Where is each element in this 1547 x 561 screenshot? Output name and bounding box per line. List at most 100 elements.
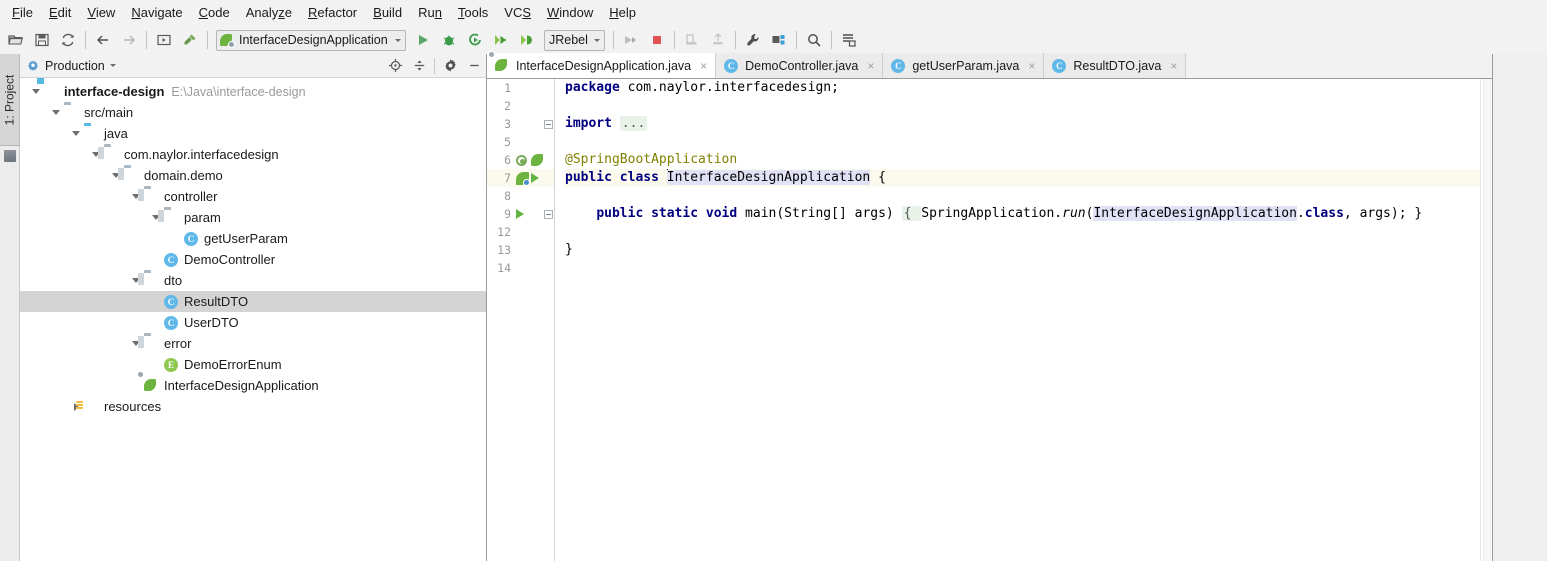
tree-node-interface-design[interactable]: interface-design E:\Java\interface-design <box>20 81 486 102</box>
sync-refresh-icon[interactable] <box>56 28 80 52</box>
jrebel-debug-button[interactable] <box>489 28 513 52</box>
code-line[interactable]: @SpringBootApplication <box>565 151 1480 169</box>
project-scope-label[interactable]: Production <box>45 59 105 73</box>
gutter-row[interactable]: 8 <box>487 187 554 205</box>
gear-settings-icon[interactable] <box>438 55 462 77</box>
fold-toggle-icon[interactable] <box>542 119 554 129</box>
menu-item-analyze[interactable]: Analyze <box>238 3 300 24</box>
menu-item-navigate[interactable]: Navigate <box>123 3 190 24</box>
last-edit-location-icon[interactable] <box>152 28 176 52</box>
editor-marker-column[interactable] <box>1480 79 1492 561</box>
search-everywhere-icon[interactable] <box>802 28 826 52</box>
settings-wrench-icon[interactable] <box>741 28 765 52</box>
tree-node-controller[interactable]: controller <box>20 186 486 207</box>
tree-node-dto[interactable]: dto <box>20 270 486 291</box>
chevron-down-icon[interactable] <box>395 38 401 42</box>
fold-toggle-icon[interactable] <box>542 209 554 219</box>
tree-node-error[interactable]: error <box>20 333 486 354</box>
spring-nav-icon[interactable] <box>516 171 530 186</box>
editor-tab-interfacedesignapplication-java[interactable]: InterfaceDesignApplication.java × <box>487 50 717 78</box>
code-line[interactable]: import ... <box>565 115 1480 133</box>
menu-item-edit[interactable]: Edit <box>41 3 79 24</box>
close-icon[interactable]: × <box>1026 60 1037 72</box>
menu-item-vcs[interactable]: VCS <box>496 3 539 24</box>
bean-icon[interactable] <box>516 154 530 166</box>
save-all-icon[interactable] <box>30 28 54 52</box>
tree-node-java[interactable]: java <box>20 123 486 144</box>
project-structure-icon[interactable] <box>767 28 791 52</box>
back-arrow-icon[interactable] <box>91 28 115 52</box>
open-folder-icon[interactable] <box>4 28 28 52</box>
database-icon[interactable] <box>837 28 861 52</box>
tree-node-userdto[interactable]: C UserDTO <box>20 312 486 333</box>
locate-target-icon[interactable] <box>383 55 407 77</box>
run-button[interactable] <box>411 28 435 52</box>
tree-node-getuserparam[interactable]: CgetUserParam <box>20 228 486 249</box>
gutter-row[interactable]: 13 <box>487 241 554 259</box>
stop-button[interactable] <box>645 28 669 52</box>
editor-scrollbar-thumb[interactable] <box>1483 79 1491 561</box>
chevron-down-icon[interactable] <box>48 105 64 121</box>
menu-item-view[interactable]: View <box>79 3 123 24</box>
tree-node-demoerrorenum[interactable]: E DemoErrorEnum <box>20 354 486 375</box>
code-line[interactable] <box>565 223 1480 241</box>
gutter-row[interactable]: 2 <box>487 97 554 115</box>
tree-node-resources[interactable]: resources <box>20 396 486 417</box>
code-line[interactable]: public class InterfaceDesignApplication … <box>565 169 1480 187</box>
run-icon[interactable] <box>531 173 545 183</box>
gutter-row[interactable]: 12 <box>487 223 554 241</box>
code-line[interactable]: package com.naylor.interfacedesign; <box>565 79 1480 97</box>
code-line[interactable] <box>565 187 1480 205</box>
tree-node-resultdto[interactable]: C ResultDTO <box>20 291 486 312</box>
menu-item-refactor[interactable]: Refactor <box>300 3 365 24</box>
editor-gutter[interactable]: 1 2 3 5 6 7 8 9 12 13 14 <box>487 79 555 561</box>
code-content[interactable]: package com.naylor.interfacedesign; impo… <box>555 79 1480 561</box>
run-icon[interactable] <box>516 209 530 219</box>
gutter-row[interactable]: 5 <box>487 133 554 151</box>
chevron-down-icon[interactable] <box>593 38 600 42</box>
chevron-down-icon[interactable] <box>68 126 84 142</box>
gutter-row[interactable]: 7 <box>487 169 554 187</box>
gutter-row[interactable]: 9 <box>487 205 554 223</box>
tree-node-com-naylor-interfacedesign[interactable]: com.naylor.interfacedesign <box>20 144 486 165</box>
menu-item-help[interactable]: Help <box>601 3 644 24</box>
code-editor[interactable]: 1 2 3 5 6 7 8 9 12 13 14 package com.naylor.interf… <box>487 79 1492 561</box>
tree-node-param[interactable]: param <box>20 207 486 228</box>
sidebar-item-project[interactable]: 1: Project <box>0 54 20 146</box>
jrebel-selector[interactable]: JRebel <box>544 29 605 51</box>
debug-button[interactable] <box>437 28 461 52</box>
code-line[interactable] <box>565 259 1480 277</box>
jrebel-run-button[interactable] <box>515 28 539 52</box>
menu-item-tools[interactable]: Tools <box>450 3 496 24</box>
close-icon[interactable]: × <box>698 60 709 72</box>
tree-node-domain-demo[interactable]: domain.demo <box>20 165 486 186</box>
close-icon[interactable]: × <box>1168 60 1179 72</box>
project-tree[interactable]: interface-design E:\Java\interface-design… <box>20 78 486 561</box>
code-line[interactable]: } <box>565 241 1480 259</box>
gutter-row[interactable]: 6 <box>487 151 554 169</box>
structure-icon[interactable] <box>4 150 16 162</box>
editor-tab-getuserparam-java[interactable]: CgetUserParam.java × <box>883 53 1045 78</box>
code-line[interactable] <box>565 133 1480 151</box>
editor-tab-resultdto-java[interactable]: C ResultDTO.java × <box>1044 53 1187 78</box>
gutter-row[interactable]: 3 <box>487 115 554 133</box>
build-hammer-icon[interactable] <box>178 28 202 52</box>
hide-panel-icon[interactable] <box>462 55 486 77</box>
chevron-down-icon[interactable] <box>28 84 44 100</box>
menu-item-file[interactable]: File <box>4 3 41 24</box>
menu-item-run[interactable]: Run <box>410 3 450 24</box>
gutter-row[interactable]: 1 <box>487 79 554 97</box>
forward-arrow-icon[interactable] <box>117 28 141 52</box>
spring-leaf-icon[interactable] <box>531 154 545 166</box>
run-with-coverage-button[interactable] <box>463 28 487 52</box>
menu-item-window[interactable]: Window <box>539 3 601 24</box>
editor-tab-democontroller-java[interactable]: C DemoController.java × <box>716 53 884 78</box>
tree-node-democontroller[interactable]: C DemoController <box>20 249 486 270</box>
menu-item-code[interactable]: Code <box>191 3 238 24</box>
code-line[interactable] <box>565 97 1480 115</box>
code-line[interactable]: public static void main(String[] args) {… <box>565 205 1480 223</box>
tree-node-interfacedesignapplication[interactable]: InterfaceDesignApplication <box>20 370 486 396</box>
collapse-all-icon[interactable] <box>407 55 431 77</box>
close-icon[interactable]: × <box>865 60 876 72</box>
gutter-row[interactable]: 14 <box>487 259 554 277</box>
